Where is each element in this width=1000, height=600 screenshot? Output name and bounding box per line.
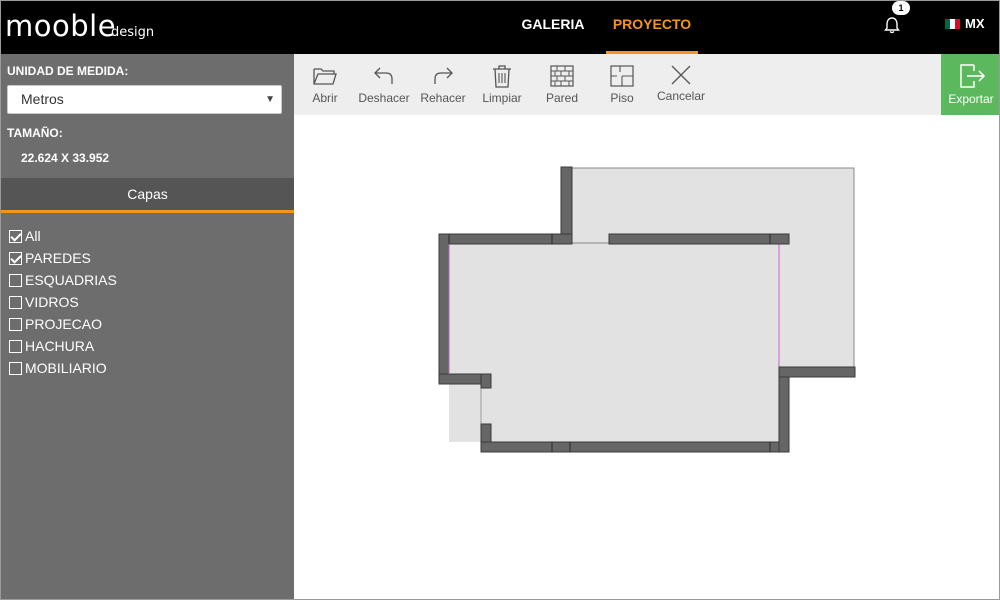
close-icon <box>671 65 691 85</box>
bell-icon[interactable] <box>883 15 901 35</box>
checkbox-icon[interactable] <box>9 361 22 375</box>
checkbox-checked-icon[interactable] <box>9 229 22 243</box>
nav-galeria[interactable]: GALERIA <box>511 1 595 54</box>
layer-label: PAREDES <box>25 250 91 266</box>
floor-label: Piso <box>610 91 634 105</box>
wall[interactable] <box>778 366 856 378</box>
wall[interactable] <box>560 166 573 245</box>
checkbox-icon[interactable] <box>9 339 22 353</box>
top-navbar: mooble design GALERIA PROYECTO 1 MX <box>1 1 999 54</box>
redo-icon <box>434 67 453 84</box>
floor-area-lower-left <box>481 377 779 450</box>
logo-subtitle: design <box>111 25 155 40</box>
notification-badge: 1 <box>892 1 910 15</box>
size-label: TAMAÑO: <box>7 126 63 140</box>
redo-button[interactable]: Rehacer <box>418 54 468 115</box>
wall[interactable] <box>438 233 450 385</box>
size-value: 22.624 X 33.952 <box>21 151 110 165</box>
country-selector[interactable]: MX <box>965 16 985 31</box>
floor-button[interactable]: Piso <box>602 54 642 115</box>
unit-select[interactable]: Metros ▼ <box>7 85 282 114</box>
layer-item-mobiliario[interactable]: MOBILIARIO <box>9 357 117 379</box>
clear-label: Limpiar <box>482 91 522 105</box>
open-label: Abrir <box>312 91 338 105</box>
layer-item-all[interactable]: All <box>9 225 117 247</box>
checkbox-icon[interactable] <box>9 317 22 331</box>
layer-item-esquadrias[interactable]: ESQUADRIAS <box>9 269 117 291</box>
wall[interactable] <box>608 233 790 245</box>
layers-list: All PAREDES ESQUADRIAS VIDROS PROJECAO H… <box>9 225 117 379</box>
layer-item-projecao[interactable]: PROJECAO <box>9 313 117 335</box>
layer-item-hachura[interactable]: HACHURA <box>9 335 117 357</box>
brick-wall-icon <box>550 65 574 87</box>
design-canvas[interactable] <box>294 115 1000 600</box>
open-button[interactable]: Abrir <box>304 54 346 115</box>
checkbox-icon[interactable] <box>9 273 22 287</box>
folder-icon <box>313 68 337 85</box>
cancel-button[interactable]: Cancelar <box>654 54 708 115</box>
wall[interactable] <box>778 366 790 453</box>
export-button[interactable]: Exportar <box>941 54 999 115</box>
unit-label: UNIDAD DE MEDIDA: <box>7 64 129 78</box>
sidebar: UNIDAD DE MEDIDA: Metros ▼ TAMAÑO: 22.62… <box>1 54 294 599</box>
layer-label: VIDROS <box>25 294 79 310</box>
export-label: Exportar <box>948 92 994 106</box>
app-window: mooble design GALERIA PROYECTO 1 MX UNID… <box>0 0 1000 600</box>
exit-icon <box>960 64 986 88</box>
layer-label: PROJECAO <box>25 316 103 332</box>
checkbox-checked-icon[interactable] <box>9 251 22 265</box>
wall-label: Pared <box>545 91 579 105</box>
logo[interactable]: mooble <box>5 9 116 43</box>
checkbox-icon[interactable] <box>9 295 22 309</box>
nav-proyecto-label: PROYECTO <box>612 16 692 32</box>
undo-icon <box>374 67 393 84</box>
trash-icon <box>493 65 511 88</box>
floor-plan-icon <box>610 65 634 87</box>
redo-label: Rehacer <box>420 91 466 105</box>
layer-label: All <box>25 228 41 244</box>
wall[interactable] <box>480 373 492 389</box>
layer-item-paredes[interactable]: PAREDES <box>9 247 117 269</box>
undo-button[interactable]: Deshacer <box>356 54 412 115</box>
unit-select-value: Metros <box>21 91 64 107</box>
floor-plan-drawing[interactable] <box>294 115 1000 600</box>
clear-button[interactable]: Limpiar <box>480 54 524 115</box>
toolbar: Abrir Deshacer Rehacer Limpiar Pared Pis… <box>294 54 999 115</box>
undo-label: Deshacer <box>358 91 410 105</box>
layer-item-vidros[interactable]: VIDROS <box>9 291 117 313</box>
wall[interactable] <box>480 441 790 453</box>
mexico-flag-icon <box>945 19 960 29</box>
nav-proyecto[interactable]: PROYECTO <box>606 1 698 54</box>
cancel-label: Cancelar <box>656 89 706 103</box>
layer-label: MOBILIARIO <box>25 360 107 376</box>
layers-header: Capas <box>1 178 294 213</box>
wall-button[interactable]: Pared <box>542 54 582 115</box>
dropdown-arrow-icon: ▼ <box>265 94 275 105</box>
layer-label: ESQUADRIAS <box>25 272 117 288</box>
layer-label: HACHURA <box>25 338 95 354</box>
